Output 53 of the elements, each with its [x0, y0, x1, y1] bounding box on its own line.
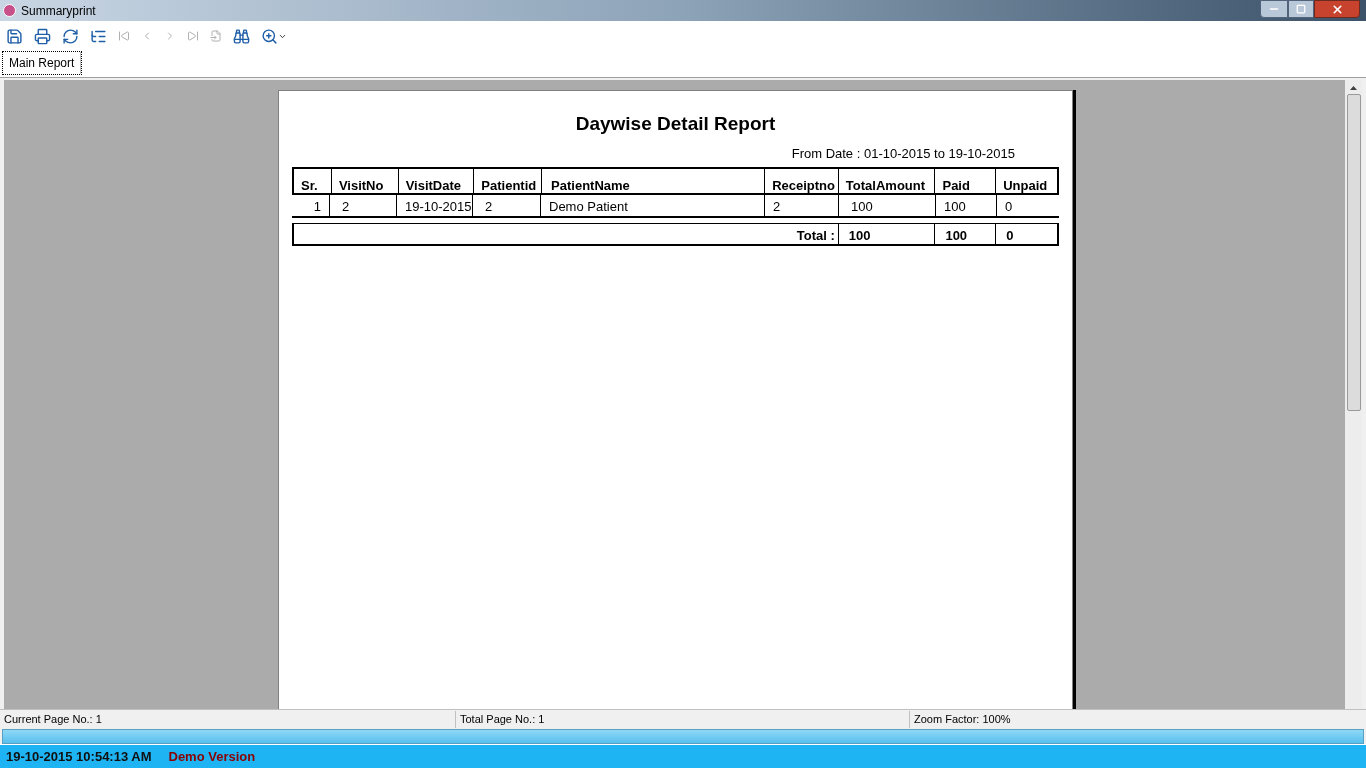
refresh-icon: [62, 27, 79, 45]
table-cell: 2: [764, 195, 838, 216]
table-cell: Demo Patient: [540, 195, 764, 216]
column-header: Patientid: [473, 169, 542, 193]
total-cell: 100: [837, 224, 935, 244]
toolbar-button[interactable]: [260, 26, 288, 46]
toolbar-button[interactable]: [232, 26, 251, 46]
status-text: Zoom Factor: 100%: [909, 711, 1366, 728]
report-tab[interactable]: Main Report: [3, 52, 82, 74]
total-cell: 0: [995, 224, 1057, 244]
table-cell: 0: [996, 195, 1058, 216]
column-header: TotalAmount: [837, 169, 935, 193]
toolbar-button[interactable]: [61, 26, 80, 46]
restore-button[interactable]: [1288, 0, 1314, 18]
save-icon: [6, 27, 23, 45]
column-header: Paid: [934, 169, 996, 193]
date-range: From Date : 01-10-2015 to 19-10-2015: [791, 144, 1015, 163]
printer-icon: [34, 27, 51, 45]
toolbar-button[interactable]: [33, 26, 52, 46]
table-cell-text: 1: [312, 198, 322, 216]
binoculars-icon: [233, 27, 250, 45]
status-text: Current Page No.: 1: [3, 712, 103, 728]
column-header: VisitNo: [330, 169, 398, 193]
close-button[interactable]: [1314, 0, 1360, 18]
total-cell: 100: [934, 224, 996, 244]
column-header: PatientName: [541, 169, 765, 193]
table-cell: 100: [935, 195, 996, 216]
toolbar-button[interactable]: [5, 26, 24, 46]
table-cell: 100: [838, 195, 935, 216]
vertical-scrollbar[interactable]: [1345, 80, 1362, 709]
column-header: VisitDate: [397, 169, 474, 193]
window-title: Summaryprint: [21, 2, 96, 20]
scroll-thumb[interactable]: [1346, 94, 1361, 411]
page-icon: [210, 30, 222, 42]
last-page-icon: [187, 30, 199, 42]
minimize-button[interactable]: [1260, 0, 1288, 18]
app-icon: [3, 4, 16, 17]
date-time: 19-10-2015 10:54:13 AM: [6, 747, 152, 766]
report-title: Daywise Detail Report: [575, 112, 776, 136]
edition-label: Demo Version: [168, 747, 256, 766]
column-header: Unpaid: [995, 169, 1057, 193]
restore-icon: [1296, 4, 1306, 14]
zoom-icon: [261, 27, 278, 45]
close-icon: [1330, 2, 1344, 16]
column-header: Receiptno: [764, 169, 838, 193]
scroll-up-icon[interactable]: [1350, 86, 1357, 90]
first-page-icon: [118, 30, 130, 42]
status-text: Total Page No.: 1: [455, 711, 909, 728]
column-header: Sr.: [300, 177, 319, 193]
table-cell: 2: [472, 195, 540, 216]
table-cell: 2: [329, 195, 396, 216]
table-cell: 19-10-2015: [396, 195, 472, 216]
total-label: Total :: [795, 227, 836, 244]
